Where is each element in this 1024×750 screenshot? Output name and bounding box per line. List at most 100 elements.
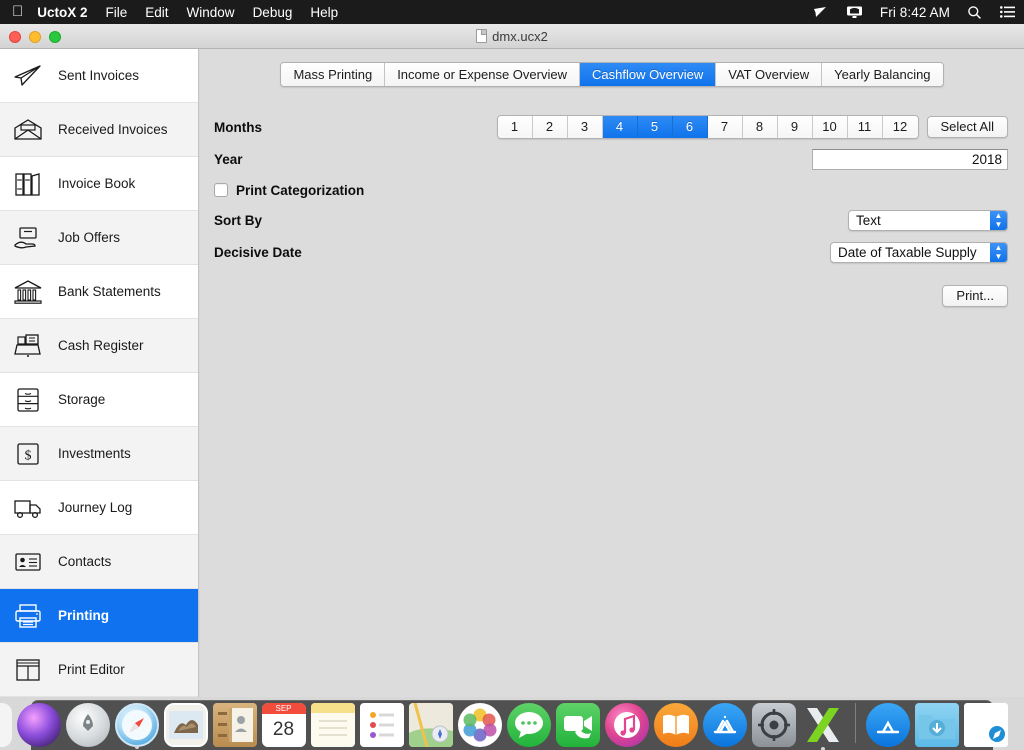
paper-plane-icon [11,61,45,91]
sidebar-item-label: Job Offers [58,230,121,245]
dock-separator [854,703,856,743]
window-controls [9,31,61,43]
sidebar-item-label: Print Editor [58,662,125,677]
search-icon[interactable] [958,5,991,20]
decisive-date-dropdown[interactable]: Date of Taxable Supply ▲ ▼ [830,241,1008,263]
system-preferences-icon[interactable] [751,703,796,747]
minimize-button[interactable] [29,31,41,43]
month-segment-10[interactable]: 10 [812,116,848,138]
month-segment-12[interactable]: 12 [882,116,918,138]
chevron-updown-icon: ▲ ▼ [990,242,1007,262]
tab-cashflow-overview[interactable]: Cashflow Overview [579,63,717,86]
sidebar-item-job-offers[interactable]: Job Offers [0,211,198,265]
close-button[interactable] [9,31,21,43]
print-categorization-label: Print Categorization [236,182,365,198]
truck-icon [11,493,45,523]
select-all-button[interactable]: Select All [926,116,1008,138]
screen-sharing-icon[interactable] [837,5,872,19]
month-segment-6[interactable]: 6 [672,116,708,138]
menu-clock[interactable]: Fri 8:42 AM [872,5,958,20]
print-button-container: Print... [942,285,1008,307]
downloads-folder-icon[interactable] [914,703,959,747]
reminders-icon[interactable] [359,703,404,747]
facetime-icon[interactable] [555,703,600,747]
menu-item-edit[interactable]: Edit [145,5,186,20]
sidebar-item-label: Storage [58,392,106,407]
launchpad-icon[interactable] [65,703,110,747]
print-categorization-row[interactable]: Print Categorization [214,179,1008,201]
sort-by-dropdown[interactable]: Text ▲ ▼ [848,209,1008,231]
messages-icon[interactable] [506,703,551,747]
screen:  UctoX 2 File Edit Window Debug Help Fr… [0,0,1024,750]
window-title: dmx.ucx2 [476,29,548,44]
sidebar-item-printing[interactable]: Printing [0,589,198,643]
apple-menu-icon[interactable]:  [0,4,37,19]
app-store-3-icon[interactable] [865,703,910,747]
months-label: Months [214,119,262,135]
finder-icon[interactable] [0,703,12,747]
month-segment-5[interactable]: 5 [637,116,673,138]
sidebar-item-contacts[interactable]: Contacts [0,535,198,589]
contact-card-icon [11,547,45,577]
print-button[interactable]: Print... [942,285,1008,307]
sidebar-item-received-invoices[interactable]: Received Invoices [0,103,198,157]
window-title-text: dmx.ucx2 [492,28,548,44]
month-segment-9[interactable]: 9 [777,116,813,138]
sidebar-item-investments[interactable]: $ Investments [0,427,198,481]
month-segment-1[interactable]: 1 [497,116,533,138]
mail-icon[interactable] [163,703,208,747]
content-area: Mass Printing Income or Expense Overview… [200,49,1024,697]
safari-document-icon[interactable] [963,703,1008,747]
airplay-icon[interactable] [804,6,837,19]
document-icon [476,29,488,43]
sidebar-item-storage[interactable]: Storage [0,373,198,427]
month-segment-2[interactable]: 2 [532,116,568,138]
hand-offer-icon [11,223,45,253]
sidebar-item-invoice-book[interactable]: Invoice Book [0,157,198,211]
sidebar-item-journey-log[interactable]: Journey Log [0,481,198,535]
month-segment-3[interactable]: 3 [567,116,603,138]
print-categorization-checkbox[interactable] [214,183,228,197]
menu-item-file[interactable]: File [106,5,146,20]
tab-vat-overview[interactable]: VAT Overview [716,63,823,86]
menu-item-window[interactable]: Window [187,5,253,20]
sidebar-item-cash-register[interactable]: Cash Register [0,319,198,373]
notes-icon[interactable] [310,703,355,747]
tab-income-or-expense-overview[interactable]: Income or Expense Overview [385,63,580,86]
decisive-date-label: Decisive Date [214,244,302,260]
cashflow-overview-form: Months 1 2 3 4 5 6 7 8 9 10 11 12 Select… [200,115,1024,307]
month-segment-7[interactable]: 7 [707,116,743,138]
sidebar-item-label: Bank Statements [58,284,161,299]
zoom-button[interactable] [49,31,61,43]
year-input[interactable]: 2018 [812,148,1008,170]
months-segmented-control[interactable]: 1 2 3 4 5 6 7 8 9 10 11 12 [496,115,919,139]
xcode-icon[interactable] [801,703,845,750]
app-store-icon[interactable] [702,703,747,747]
sidebar-item-bank-statements[interactable]: Bank Statements [0,265,198,319]
ibooks-icon[interactable] [653,703,698,747]
trash-icon[interactable] [1013,703,1024,747]
tab-yearly-balancing[interactable]: Yearly Balancing [822,63,943,86]
safari-icon[interactable] [114,703,159,749]
photos-icon[interactable] [457,703,502,747]
contacts-icon[interactable] [212,703,257,747]
sidebar-item-sent-invoices[interactable]: Sent Invoices [0,49,198,103]
menu-item-help[interactable]: Help [310,5,356,20]
menu-app-title[interactable]: UctoX 2 [37,5,105,20]
maps-icon[interactable] [408,703,453,747]
tab-mass-printing[interactable]: Mass Printing [281,63,386,86]
notification-center-icon[interactable] [991,6,1024,18]
decisive-date-row: Decisive Date Date of Taxable Supply ▲ ▼ [214,240,1008,264]
chevron-updown-icon: ▲ ▼ [990,210,1007,230]
month-segment-4[interactable]: 4 [602,116,638,138]
menu-item-debug[interactable]: Debug [253,5,311,20]
itunes-icon[interactable] [604,703,649,747]
tab-group: Mass Printing Income or Expense Overview… [280,62,944,87]
sidebar-item-print-editor[interactable]: Print Editor [0,643,198,697]
siri-icon[interactable] [16,703,61,747]
sidebar-item-label: Cash Register [58,338,144,353]
layout-editor-icon [11,655,45,685]
month-segment-11[interactable]: 11 [847,116,883,138]
month-segment-8[interactable]: 8 [742,116,778,138]
calendar-icon[interactable]: SEP 28 [261,703,306,747]
